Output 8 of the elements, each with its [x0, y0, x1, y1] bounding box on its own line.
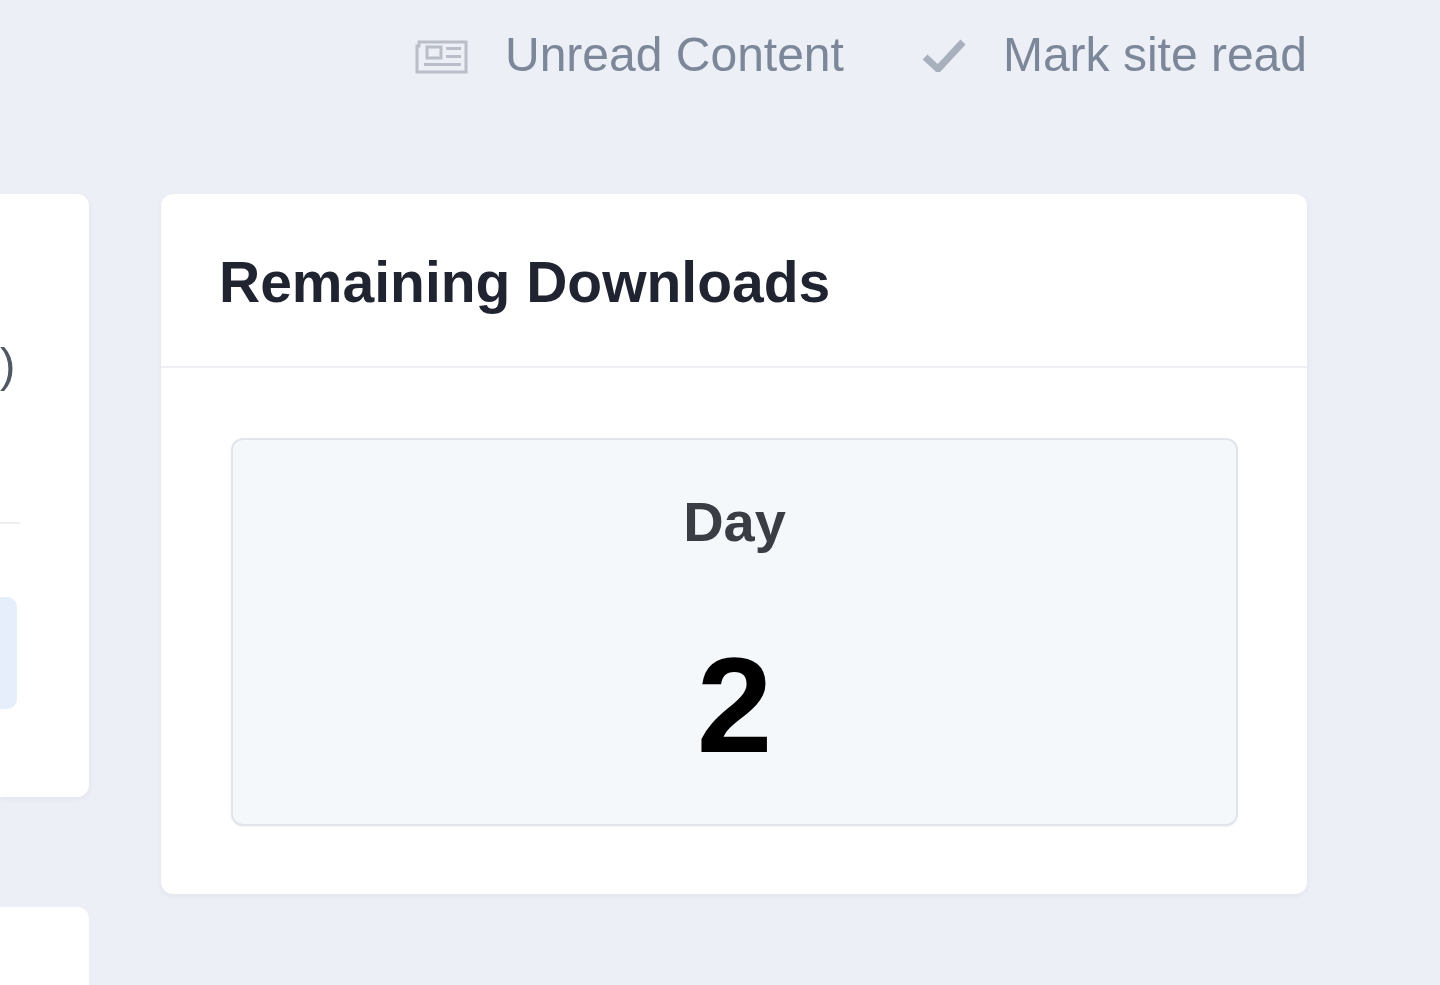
partial-button[interactable]	[0, 597, 17, 709]
card-text: )	[0, 338, 16, 393]
header-link[interactable]: Unread Content	[413, 27, 844, 83]
header-link[interactable]: Mark site read	[921, 27, 1307, 83]
stat-label: Day	[683, 489, 786, 555]
card-title: Remaining Downloads	[219, 249, 832, 316]
check-icon	[921, 38, 966, 72]
stat-value: 2	[696, 637, 773, 773]
